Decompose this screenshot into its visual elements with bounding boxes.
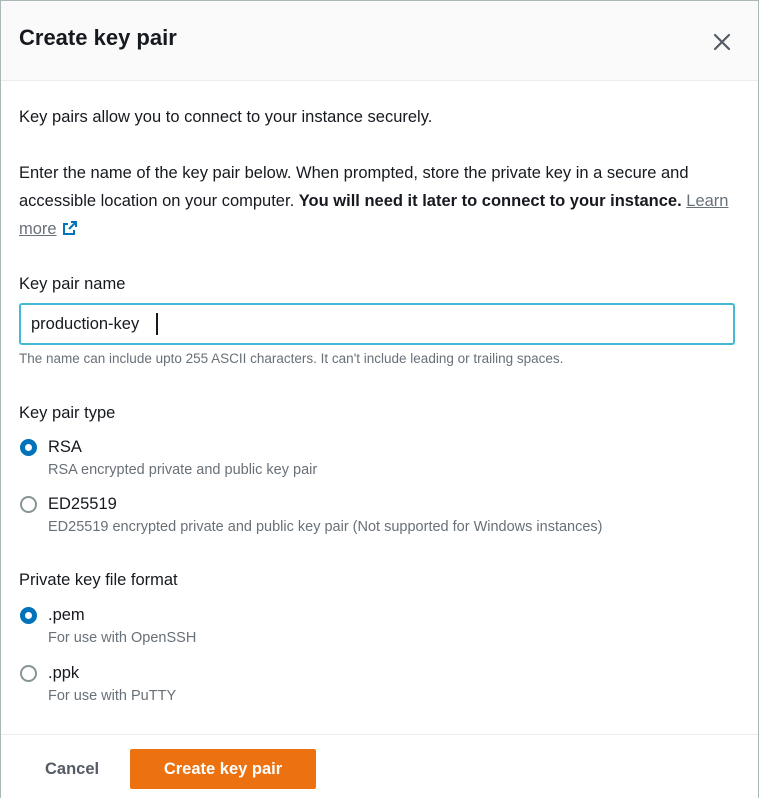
intro-text: Key pairs allow you to connect to your i… <box>19 108 433 126</box>
radio-option-rsa[interactable]: RSA RSA encrypted private and public key… <box>19 438 739 482</box>
radio-description-ed25519: ED25519 encrypted private and public key… <box>48 519 603 535</box>
radio-label-ppk: .ppk <box>48 664 80 682</box>
cancel-button[interactable]: Cancel <box>31 749 113 789</box>
radio-button-ppk[interactable] <box>20 665 37 682</box>
external-link-icon[interactable] <box>62 220 78 236</box>
instructions-bold: You will need it later to connect to you… <box>298 192 682 210</box>
radio-description-ppk: For use with PuTTY <box>48 688 177 704</box>
modal-header: Create key pair <box>1 1 758 81</box>
modal-footer: Cancel Create key pair <box>1 734 758 798</box>
create-key-pair-modal: Create key pair Key pairs allow you to c… <box>0 0 759 798</box>
radio-option-ed25519[interactable]: ED25519 ED25519 encrypted private and pu… <box>19 495 739 539</box>
instructions-text: Enter the name of the key pair below. Wh… <box>19 159 739 243</box>
close-icon <box>713 33 731 51</box>
key-pair-name-label: Key pair name <box>19 275 126 293</box>
radio-label-pem: .pem <box>48 606 85 624</box>
radio-label-ed25519: ED25519 <box>48 495 117 513</box>
key-pair-name-input[interactable] <box>19 303 735 345</box>
radio-description-rsa: RSA encrypted private and public key pai… <box>48 462 318 478</box>
key-pair-type-label: Key pair type <box>19 404 116 422</box>
radio-description-pem: For use with OpenSSH <box>48 630 197 646</box>
radio-button-rsa[interactable] <box>20 439 37 456</box>
modal-title: Create key pair <box>19 25 177 50</box>
radio-option-pem[interactable]: .pem For use with OpenSSH <box>19 606 739 650</box>
close-button[interactable] <box>705 25 739 59</box>
key-pair-name-hint: The name can include upto 255 ASCII char… <box>19 351 564 366</box>
radio-button-ed25519[interactable] <box>20 496 37 513</box>
radio-label-rsa: RSA <box>48 438 82 456</box>
radio-option-ppk[interactable]: .ppk For use with PuTTY <box>19 664 739 708</box>
radio-button-pem[interactable] <box>20 607 37 624</box>
private-key-format-label: Private key file format <box>19 571 178 589</box>
create-key-pair-button[interactable]: Create key pair <box>130 749 316 789</box>
text-cursor <box>156 313 158 335</box>
